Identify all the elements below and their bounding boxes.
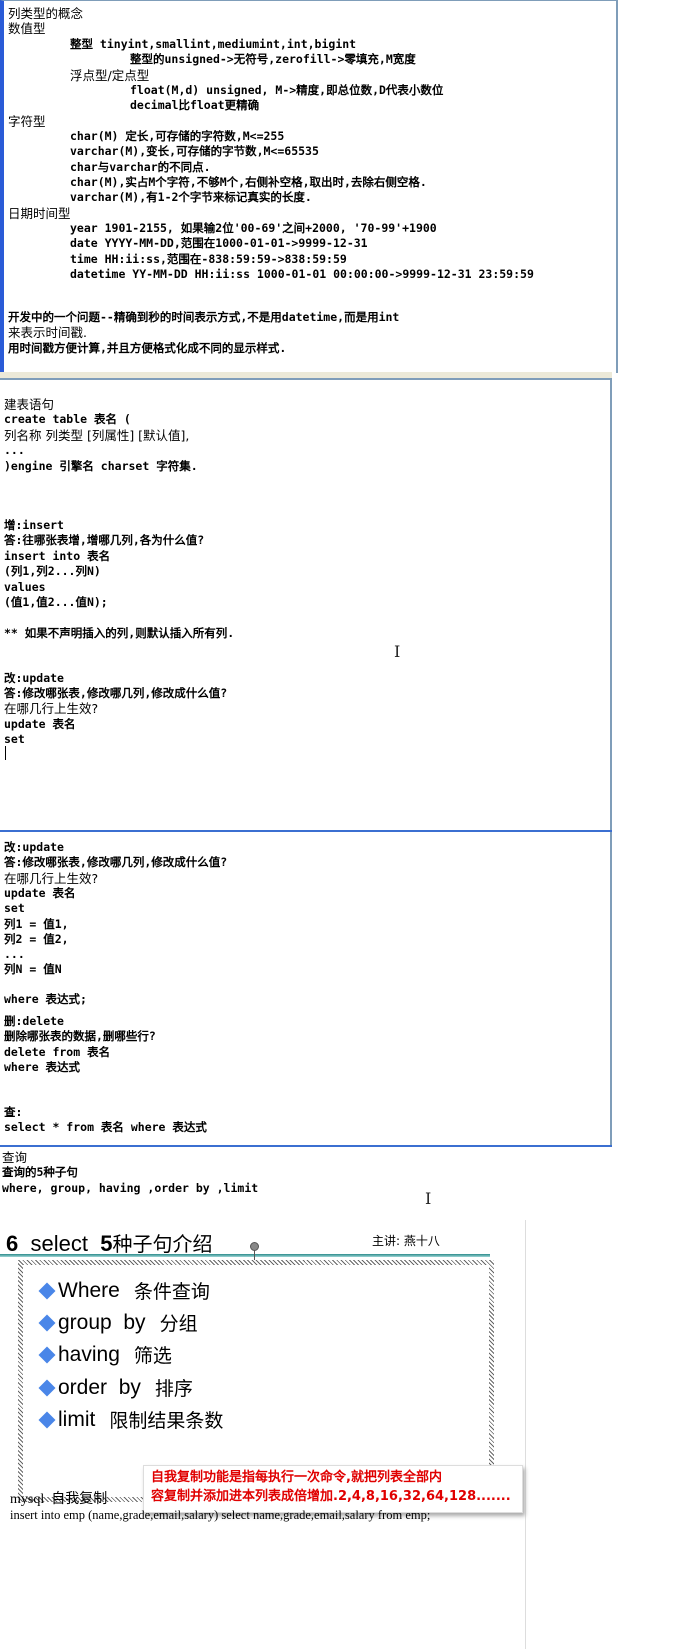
bullet-keyword: having bbox=[58, 1342, 120, 1366]
slide-title-count: 5 bbox=[100, 1231, 113, 1256]
slide-select-clauses: 6 select 5种子句介绍 主讲: 燕十八 Where 条件查询 group b… bbox=[0, 1220, 526, 1649]
callout-note: 自我复制功能是指每执行一次命令,就把列表全部内 容复制并添加进本列表成倍增加.2… bbox=[143, 1465, 523, 1513]
note-line: ** 如果不声明插入的列,则默认插入所有列. bbox=[4, 626, 235, 640]
diamond-bullet-icon bbox=[38, 1282, 56, 1299]
note-line: datetime YY-MM-DD HH:ii:ss 1000-01-01 00… bbox=[70, 267, 534, 281]
window-divider bbox=[0, 372, 612, 380]
note-line: 整型 tinyint,smallint,mediumint,int,bigint bbox=[70, 37, 357, 51]
note-line: 答:修改哪张表,修改哪几列,修改成什么值? bbox=[4, 686, 228, 700]
note-line: insert into 表名 bbox=[4, 549, 111, 563]
note-line: ... bbox=[4, 443, 25, 457]
diamond-bullet-icon bbox=[38, 1411, 56, 1428]
insert-select-sql: insert into emp (name,grade,email,salary… bbox=[10, 1508, 431, 1522]
note-line: 增:insert bbox=[4, 518, 64, 532]
note-line: 用时间戳方便计算,并且方便格式化成不同的显示样式. bbox=[8, 341, 287, 355]
notes-panel-update-delete-select[interactable]: 改:update 答:修改哪张表,修改哪几列,修改成什么值? 在哪几行上生效? upd… bbox=[0, 832, 612, 1145]
note-line: 删除哪张表的数据,删哪些行? bbox=[4, 1029, 156, 1043]
note-line: 列类型的概念 bbox=[8, 6, 84, 21]
note-line: set bbox=[4, 901, 25, 915]
slide-title-select: select bbox=[30, 1231, 88, 1256]
bullet-keyword: group by bbox=[58, 1310, 146, 1334]
note-line: 查: bbox=[4, 1105, 23, 1119]
diamond-bullet-icon bbox=[38, 1314, 56, 1331]
note-line: char(M) 定长,可存储的字符数,M<=255 bbox=[70, 129, 285, 143]
note-line: 日期时间型 bbox=[8, 206, 71, 221]
bullet-item: order by 排序 bbox=[37, 1374, 193, 1401]
note-line: 删:delete bbox=[4, 1014, 64, 1028]
note-line: varchar(M),变长,可存储的字节数,M<=65535 bbox=[70, 144, 319, 158]
note-line: select * from 表名 where 表达式 bbox=[4, 1120, 207, 1134]
bullet-item: having 筛选 bbox=[37, 1341, 172, 1368]
note-line: year 1901-2155, 如果输2位'00-69'之间+2000, '70… bbox=[70, 221, 437, 235]
callout-line-1: 自我复制功能是指每执行一次命令,就把列表全部内 bbox=[151, 1470, 442, 1485]
note-line: 答:修改哪张表,修改哪几列,修改成什么值? bbox=[4, 855, 228, 869]
slide-number: 6 bbox=[6, 1231, 19, 1256]
note-line: ... bbox=[4, 947, 25, 961]
mysql-self-copy-label: mysql 自我复制 bbox=[10, 1492, 108, 1507]
note-line: where, group, having ,order by ,limit bbox=[2, 1181, 259, 1195]
title-underline bbox=[0, 1254, 490, 1257]
note-line: set bbox=[4, 732, 25, 746]
note-line: varchar(M),有1-2个字节来标记真实的长度. bbox=[70, 190, 312, 204]
note-line: 改:update bbox=[4, 840, 64, 854]
note-line: char(M),实占M个字符,不够M个,右侧补空格,取出时,去除右侧空格. bbox=[70, 175, 427, 189]
note-line: update 表名 bbox=[4, 886, 76, 900]
note-line: (值1,值2...值N); bbox=[4, 595, 108, 609]
note-line: where 表达式; bbox=[4, 992, 87, 1006]
note-line: 列N = 值N bbox=[4, 962, 62, 976]
note-line: delete from 表名 bbox=[4, 1045, 111, 1059]
note-line: values bbox=[4, 580, 46, 594]
note-line: 答:往哪张表增,增哪几列,各为什么值? bbox=[4, 533, 205, 547]
bullet-item: limit 限制结果条数 bbox=[37, 1406, 223, 1433]
text-cursor bbox=[5, 746, 6, 760]
bullet-description: 分组 bbox=[159, 1313, 198, 1335]
note-line: decimal比float更精确 bbox=[130, 98, 260, 112]
notes-panel-column-types[interactable]: 列类型的概念 数值型整型 tinyint,smallint,mediumint,i… bbox=[0, 0, 618, 373]
slide-title-rest: 种子句介绍 bbox=[112, 1232, 213, 1256]
notes-panel-query-clauses[interactable]: I 查询 查询的5种子句 where, group, having ,order b… bbox=[0, 1147, 612, 1220]
note-line: 在哪几行上生效? bbox=[4, 871, 99, 886]
presenter-label: 主讲: 燕十八 bbox=[372, 1234, 440, 1248]
note-line: 浮点型/定点型 bbox=[70, 68, 150, 83]
note-line: )engine 引擎名 charset 字符集. bbox=[4, 459, 198, 473]
note-line: 建表语句 bbox=[4, 397, 55, 412]
note-line: create table 表名 ( bbox=[4, 412, 131, 426]
note-line: float(M,d) unsigned, M->精度,即总位数,D代表小数位 bbox=[130, 83, 444, 97]
ibeam-cursor-icon: I bbox=[394, 642, 401, 661]
bullet-description: 筛选 bbox=[133, 1345, 172, 1367]
note-line: 查询 bbox=[2, 1150, 28, 1165]
notes-panel-create-insert-update[interactable]: I 建表语句 create table 表名 ( 列名称 列类型 [列属性] [默认… bbox=[0, 380, 612, 830]
note-line: time HH:ii:ss,范围在-838:59:59->838:59:59 bbox=[70, 252, 347, 266]
note-line: 来表示时间戳. bbox=[8, 325, 87, 340]
bullet-description: 条件查询 bbox=[133, 1281, 210, 1303]
note-line: 列2 = 值2, bbox=[4, 932, 69, 946]
note-line: char与varchar的不同点. bbox=[70, 160, 211, 174]
note-line: (列1,列2...列N) bbox=[4, 564, 101, 578]
note-line: 改:update bbox=[4, 671, 64, 685]
bullet-description: 限制结果条数 bbox=[109, 1410, 224, 1432]
note-line: 列1 = 值1, bbox=[4, 917, 69, 931]
bullet-keyword: order by bbox=[58, 1375, 141, 1399]
note-line: update 表名 bbox=[4, 717, 76, 731]
note-line: 查询的5种子句 bbox=[2, 1165, 78, 1179]
bullet-keyword: Where bbox=[58, 1278, 120, 1302]
note-line: date YYYY-MM-DD,范围在1000-01-01->9999-12-3… bbox=[70, 236, 368, 250]
diamond-bullet-icon bbox=[38, 1346, 56, 1363]
bullet-description: 排序 bbox=[154, 1378, 193, 1400]
note-line: 列名称 列类型 [列属性] [默认值], bbox=[4, 428, 190, 443]
note-line: 数值型 bbox=[8, 21, 46, 36]
diamond-bullet-icon bbox=[38, 1379, 56, 1396]
note-line: 在哪几行上生效? bbox=[4, 701, 99, 716]
note-line: 整型的unsigned->无符号,zerofill->零填充,M宽度 bbox=[130, 52, 416, 66]
callout-line-2: 容复制并添加进本列表成倍增加.2,4,8,16,32,64,128....... bbox=[151, 1489, 511, 1504]
note-line: 开发中的一个问题--精确到秒的时间表示方式,不是用datetime,而是用int bbox=[8, 310, 400, 324]
note-line: 字符型 bbox=[8, 114, 46, 129]
bullet-keyword: limit bbox=[58, 1407, 96, 1431]
ibeam-cursor-icon: I bbox=[425, 1189, 432, 1208]
slide-title: 6 select 5种子句介绍 bbox=[6, 1228, 212, 1257]
bullet-item: group by 分组 bbox=[37, 1309, 198, 1336]
note-line: where 表达式 bbox=[4, 1060, 81, 1074]
bullet-item: Where 条件查询 bbox=[37, 1277, 210, 1304]
